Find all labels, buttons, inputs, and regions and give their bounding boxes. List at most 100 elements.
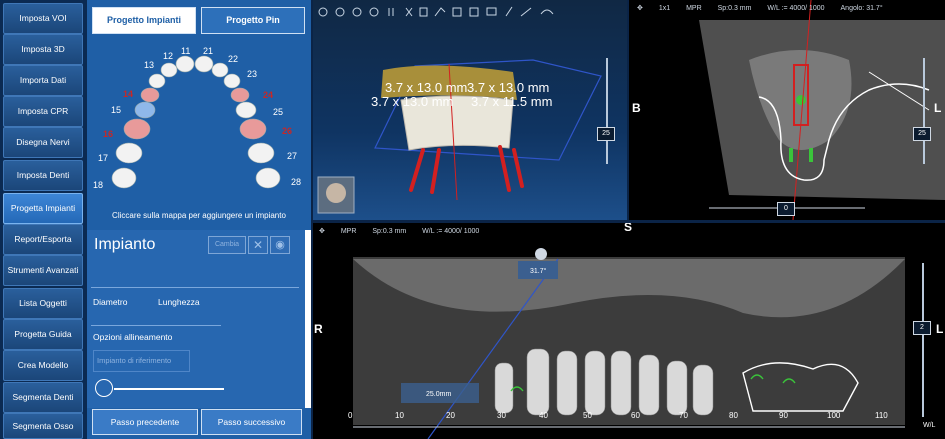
view-panoramic[interactable]: 31.7° 25.0mm 0 10 20 30 40 50 60 70 80 9… [313,223,945,439]
tooth-label: 24 [263,90,273,100]
svg-text:20: 20 [446,411,455,420]
delete-icon[interactable]: ✕ [248,236,268,254]
tooth-map-hint: Cliccare sulla mappa per aggiungere un i… [112,211,286,220]
tooth-25[interactable] [235,101,257,119]
tooth-21[interactable] [194,55,214,73]
lunghezza-label: Lunghezza [158,297,200,307]
nav-importa-dati[interactable]: Importa Dati [3,65,83,96]
angle-text: 31.7° [530,267,547,275]
cross-section-slider-value[interactable]: 25 [913,127,931,141]
tooth-label: 13 [144,60,154,70]
nav-progetta-guida[interactable]: Progetta Guida [3,319,83,350]
tooth-label: 11 [181,46,190,56]
prev-step-button[interactable]: Passo precedente [92,409,198,435]
tooth-label: 26 [282,126,292,136]
svg-text:10: 10 [395,411,404,420]
nav-strumenti-avanzati[interactable]: Strumenti Avanzati [3,255,83,286]
tooth-label: 27 [287,151,297,161]
view-3d-slider[interactable] [606,58,608,164]
orientation-right: L [934,101,942,115]
tooth-16[interactable] [123,118,151,140]
tooth-27[interactable] [247,142,275,164]
opzioni-allineamento-label: Opzioni allineamento [93,332,173,342]
tooth-map[interactable]: 11 12 13 14 15 16 17 18 21 22 23 24 25 2… [87,38,311,210]
divider [91,287,299,288]
nav-segmenta-osso[interactable]: Segmenta Osso [3,413,83,439]
view-cross-section[interactable]: ✥ 1x1 MPR Sp:0.3 mm W/L := 4000/ 1000 An… [629,0,945,220]
tooth-28[interactable] [255,167,281,189]
implant-reference-select[interactable]: Impianto di riferimento [93,350,190,372]
tooth-17[interactable] [115,142,143,164]
tooth-23[interactable] [223,73,241,89]
tooth-13[interactable] [148,73,166,89]
orientation-left: B [632,101,641,115]
svg-text:70: 70 [679,411,688,420]
tooth-18[interactable] [111,167,137,189]
tooth-12[interactable] [160,62,178,78]
panoramic-slider-value[interactable]: 2 [913,321,931,335]
cross-section-slider[interactable] [923,58,925,164]
visibility-icon[interactable]: ◉ [270,236,290,254]
svg-text:40: 40 [539,411,548,420]
pan-icon: ✥ [637,5,643,12]
implant-title: Impianto [94,236,156,253]
cross-section-graphics [699,0,945,220]
h-slider-value[interactable]: 0 [777,202,795,216]
cambia-button[interactable]: Cambia [208,236,246,254]
tooth-label: 17 [98,153,108,163]
tooth-label: 16 [103,129,113,139]
nav-report-esporta[interactable]: Report/Esporta [3,224,83,255]
tooth-15[interactable] [134,101,156,119]
panel-scrollbar[interactable] [305,230,311,408]
pan-icon: ✥ [319,228,325,235]
nav-imposta-3d[interactable]: Imposta 3D [3,34,83,65]
tab-progetto-impianti[interactable]: Progetto Impianti [92,7,196,34]
tooth-11[interactable] [175,55,195,73]
tooth-26[interactable] [239,118,267,140]
panoramic-slider[interactable] [922,263,924,417]
nav-segmenta-denti[interactable]: Segmenta Denti [3,382,83,413]
wl-label: W/L [923,422,936,429]
implant-panel: Progetto Impianti Progetto Pin 11 12 13 … [87,0,311,439]
tab-progetto-pin[interactable]: Progetto Pin [201,7,305,34]
panoramic-header: ✥ MPR Sp:0.3 mm W/L := 4000/ 1000 [319,228,480,235]
diametro-label: Diametro [93,297,128,307]
view-3d[interactable]: 3.7 x 13.0 mm 3.7 x 13.0 mm 3.7 x 13.0 m… [313,0,627,220]
nav-disegna-nervi[interactable]: Disegna Nervi [3,127,83,158]
nav-imposta-denti[interactable]: Imposta Denti [3,160,83,191]
app-window: Imposta VOI Imposta 3D Importa Dati Impo… [0,0,945,439]
rotation-handle[interactable] [535,248,547,260]
implant-label-4: 3.7 x 11.5 mm [471,94,552,109]
implant-label-2: 3.7 x 13.0 mm [371,94,453,109]
svg-text:90: 90 [779,411,788,420]
tooth-label: 14 [123,89,133,99]
svg-text:50: 50 [583,411,592,420]
svg-text:100: 100 [827,411,841,420]
nav-progetta-impianti[interactable]: Progetta Impianti [3,193,83,224]
tooth-label: 22 [228,54,238,64]
tooth-label: 12 [163,51,173,61]
svg-text:0: 0 [348,411,353,420]
orientation-left: R [314,322,323,336]
workflow-sidebar: Imposta VOI Imposta 3D Importa Dati Impo… [0,0,87,439]
divider [91,325,221,326]
svg-text:30: 30 [497,411,506,420]
next-step-button[interactable]: Passo successivo [201,409,302,435]
tool-icon[interactable] [95,379,113,397]
svg-text:110: 110 [875,411,888,420]
tooth-label: 28 [291,177,301,187]
toolbar-icons[interactable] [318,6,554,17]
view-3d-slider-value[interactable]: 25 [597,127,615,141]
cross-section-header: ✥ 1x1 MPR Sp:0.3 mm W/L := 4000/ 1000 An… [637,5,883,12]
tooth-14[interactable] [140,87,160,103]
orientation-top: S [624,223,633,234]
tooth-22[interactable] [211,62,229,78]
nav-imposta-cpr[interactable]: Imposta CPR [3,96,83,127]
nav-crea-modello[interactable]: Crea Modello [3,350,83,381]
nav-lista-oggetti[interactable]: Lista Oggetti [3,288,83,319]
tooth-label: 18 [93,180,103,190]
opacity-slider[interactable] [114,388,224,390]
nav-imposta-voi[interactable]: Imposta VOI [3,3,83,34]
tooth-24[interactable] [230,87,250,103]
tooth-label: 25 [273,107,283,117]
